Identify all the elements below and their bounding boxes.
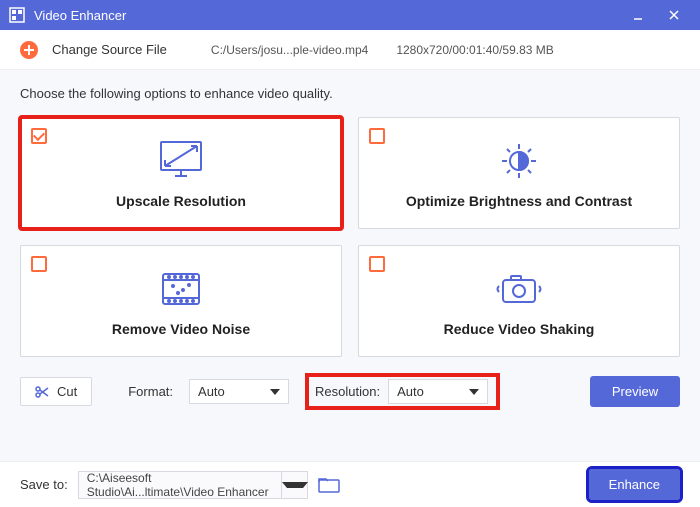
titlebar: Video Enhancer xyxy=(0,0,700,30)
saveto-label: Save to: xyxy=(20,477,68,492)
option-label: Optimize Brightness and Contrast xyxy=(406,193,632,209)
source-fileinfo: 1280x720/00:01:40/59.83 MB xyxy=(396,43,553,57)
add-icon[interactable] xyxy=(20,41,38,59)
enhance-button[interactable]: Enhance xyxy=(589,469,680,500)
chevron-down-icon xyxy=(282,482,308,488)
preview-button[interactable]: Preview xyxy=(590,376,680,407)
checkbox-upscale[interactable] xyxy=(31,128,47,144)
saveto-path: C:\Aiseesoft Studio\Ai...ltimate\Video E… xyxy=(79,471,281,499)
checkbox-brightness[interactable] xyxy=(369,128,385,144)
scissors-icon xyxy=(35,385,49,399)
format-value: Auto xyxy=(198,384,225,399)
cut-label: Cut xyxy=(57,384,77,399)
close-button[interactable] xyxy=(656,0,692,30)
option-upscale-resolution[interactable]: Upscale Resolution xyxy=(20,117,342,229)
chevron-down-icon xyxy=(270,389,280,395)
shake-icon xyxy=(491,265,547,313)
option-brightness-contrast[interactable]: Optimize Brightness and Contrast xyxy=(358,117,680,229)
format-label: Format: xyxy=(128,384,173,399)
app-icon xyxy=(8,6,26,24)
upscale-icon xyxy=(153,137,209,185)
cut-button[interactable]: Cut xyxy=(20,377,92,406)
source-bar: Change Source File C:/Users/josu...ple-v… xyxy=(0,30,700,70)
resolution-select[interactable]: Auto xyxy=(388,379,488,404)
option-label: Remove Video Noise xyxy=(112,321,250,337)
checkbox-noise[interactable] xyxy=(31,256,47,272)
resolution-value: Auto xyxy=(397,384,424,399)
option-label: Reduce Video Shaking xyxy=(444,321,595,337)
bottom-bar: Save to: C:\Aiseesoft Studio\Ai...ltimat… xyxy=(0,461,700,507)
chevron-down-icon xyxy=(469,389,479,395)
window-title: Video Enhancer xyxy=(34,8,126,23)
option-reduce-shaking[interactable]: Reduce Video Shaking xyxy=(358,245,680,357)
folder-icon[interactable] xyxy=(318,477,340,493)
option-remove-noise[interactable]: Remove Video Noise xyxy=(20,245,342,357)
minimize-button[interactable] xyxy=(620,0,656,30)
saveto-path-box[interactable]: C:\Aiseesoft Studio\Ai...ltimate\Video E… xyxy=(78,471,308,499)
brightness-icon xyxy=(491,137,547,185)
checkbox-shake[interactable] xyxy=(369,256,385,272)
instruction-text: Choose the following options to enhance … xyxy=(20,86,680,101)
noise-icon xyxy=(153,265,209,313)
source-filepath: C:/Users/josu...ple-video.mp4 xyxy=(211,43,368,57)
saveto-dropdown[interactable] xyxy=(281,472,307,498)
format-select[interactable]: Auto xyxy=(189,379,289,404)
change-source-link[interactable]: Change Source File xyxy=(52,42,167,57)
option-label: Upscale Resolution xyxy=(116,193,246,209)
resolution-label: Resolution: xyxy=(315,384,380,399)
